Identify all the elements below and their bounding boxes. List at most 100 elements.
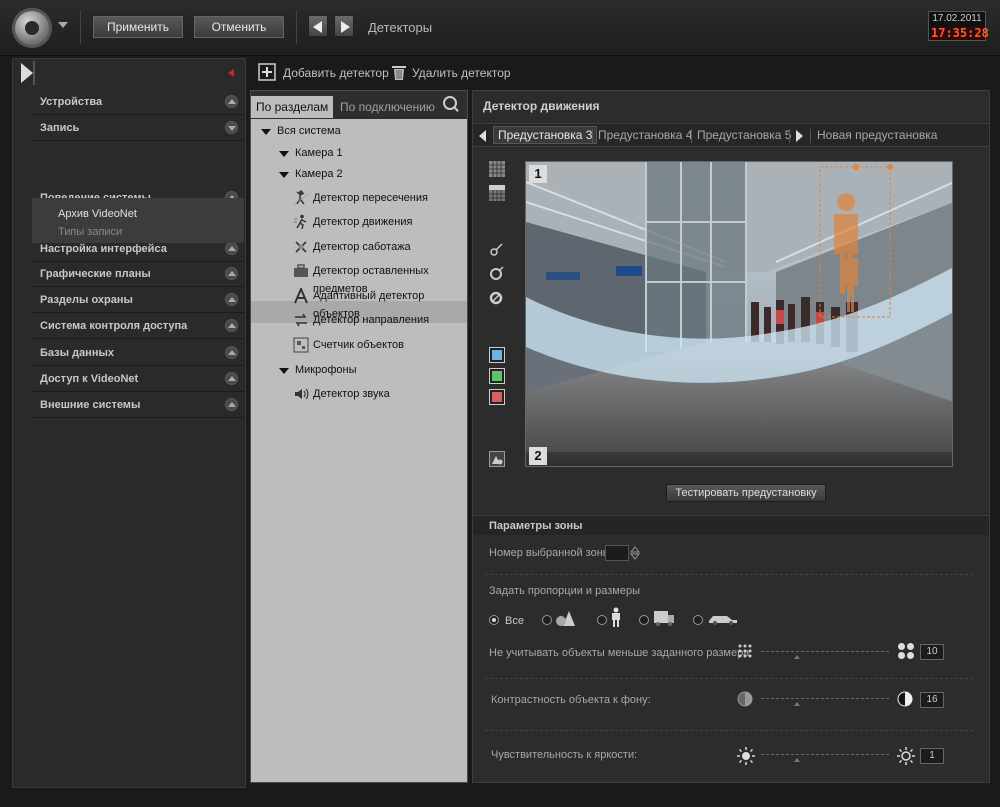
tab-preset-3[interactable]: Предустановка 3 (493, 126, 598, 144)
expand-icon[interactable] (261, 129, 271, 135)
sidebar-item[interactable]: Графические планы (32, 261, 244, 287)
tree-detector-item[interactable]: Адаптивный детектор объектов (313, 287, 467, 320)
sidebar-item[interactable]: Запись (32, 115, 244, 141)
sidebar-item-label: Базы данных (40, 347, 114, 359)
adaptive-detector-icon (294, 288, 308, 304)
chevron-up-icon[interactable] (225, 267, 238, 280)
radio-all[interactable] (489, 615, 499, 625)
pen-add-icon[interactable] (489, 265, 505, 281)
tree-camera-2[interactable]: Камера 2 (295, 165, 343, 183)
tree-detector-item[interactable]: Детектор движения (313, 213, 412, 231)
large-dots-icon (898, 643, 914, 659)
min-size-value[interactable]: 10 (920, 644, 944, 660)
pen-icon[interactable] (489, 241, 505, 257)
car-icon (709, 616, 737, 625)
grid-icon[interactable] (489, 161, 505, 177)
sidebar-item-record-types[interactable]: Типы записи (58, 226, 122, 238)
delete-detector-button[interactable]: Удалить детектор (412, 66, 511, 80)
sidebar-item[interactable]: Система контроля доступа (32, 313, 244, 339)
chevron-up-icon[interactable] (225, 372, 238, 385)
radio-small-objects[interactable] (542, 615, 552, 625)
preset-divider (810, 129, 811, 143)
brightness-value[interactable]: 1 (920, 748, 944, 764)
direction-detector-icon (295, 313, 307, 327)
sabotage-detector-icon (295, 241, 307, 253)
expand-icon[interactable] (279, 151, 289, 157)
contrast-value[interactable]: 16 (920, 692, 944, 708)
spinner-icon[interactable] (630, 545, 640, 561)
chevron-up-icon[interactable] (225, 398, 238, 411)
radio-truck[interactable] (639, 615, 649, 625)
tab-by-sections[interactable]: По разделам (251, 96, 334, 118)
chevron-up-icon[interactable] (225, 346, 238, 359)
slider-thumb[interactable] (794, 655, 800, 659)
slider-thumb[interactable] (794, 702, 800, 706)
sidebar-item[interactable]: Доступ к VideoNet (32, 366, 244, 392)
chevron-down-icon[interactable] (58, 22, 68, 28)
tree-detector-item[interactable]: Детектор направления (313, 311, 429, 329)
tab-preset-4[interactable]: Предустановка 4 (598, 128, 692, 142)
camera-preview[interactable]: 1 2 (525, 161, 953, 467)
apply-button[interactable]: Применить (92, 15, 184, 39)
tree-detector-item[interactable]: Детектор оставленных предметов (313, 262, 467, 295)
new-preset-button[interactable]: Новая предустановка (817, 128, 937, 142)
chevron-up-icon[interactable] (225, 242, 238, 255)
zone-number-input[interactable] (605, 545, 629, 561)
expand-icon[interactable] (279, 172, 289, 178)
slider-thumb[interactable] (794, 758, 800, 762)
chevron-down-icon[interactable] (225, 121, 238, 134)
radio-person[interactable] (597, 615, 607, 625)
play-arrow-icon[interactable] (21, 63, 33, 83)
forward-button[interactable] (334, 15, 354, 37)
sun-outline-icon (897, 747, 915, 765)
grid-partial-icon[interactable] (489, 185, 505, 201)
sidebar-item[interactable]: Устройства (32, 89, 244, 115)
detector-tree-panel: По разделам По подключению Вся система К… (250, 90, 468, 783)
sidebar-item-archive-videonet[interactable]: Архив VideoNet (58, 208, 137, 220)
chevron-up-icon[interactable] (225, 319, 238, 332)
add-detector-icon[interactable] (258, 63, 276, 81)
min-size-slider[interactable] (761, 645, 889, 659)
contrast-label: Контрастность объекта к фону: (491, 694, 651, 706)
tree-camera-1[interactable]: Камера 1 (295, 144, 343, 162)
zone-color-green-icon[interactable] (489, 368, 505, 384)
sidebar-item[interactable]: Базы данных (32, 340, 244, 366)
divider (485, 574, 973, 575)
tree-microphones[interactable]: Микрофоны (295, 361, 357, 379)
gear-logo-icon[interactable] (12, 8, 52, 48)
pen-remove-icon[interactable] (489, 289, 505, 305)
preset-next-icon[interactable] (796, 130, 803, 142)
sidebar-item[interactable]: Разделы охраны (32, 287, 244, 313)
chevron-up-icon[interactable] (225, 293, 238, 306)
tree-detector-item[interactable]: Счетчик объектов (313, 336, 404, 354)
tree-detector-item[interactable]: Детектор пересечения (313, 189, 428, 207)
tree-detector-item[interactable]: Детектор саботажа (313, 238, 411, 256)
tab-by-connection[interactable]: По подключению (335, 96, 440, 118)
test-preset-button[interactable]: Тестировать предустановку (666, 484, 826, 502)
top-toolbar: Применить Отменить Детекторы 17.02.2011 … (0, 0, 1000, 56)
brightness-slider[interactable] (761, 748, 889, 762)
sidebar-item-label: Внешние системы (40, 399, 141, 411)
shapes-icon[interactable] (489, 451, 505, 467)
collapse-left-icon[interactable] (228, 69, 234, 77)
back-button[interactable] (308, 15, 328, 37)
trash-icon[interactable] (390, 63, 408, 81)
cancel-button[interactable]: Отменить (193, 15, 285, 39)
tab-preset-5[interactable]: Предустановка 5 (697, 128, 791, 142)
divider (485, 730, 973, 731)
zone-color-blue-icon[interactable] (489, 347, 505, 363)
chevron-up-icon[interactable] (225, 95, 238, 108)
tree-sound-detector[interactable]: Детектор звука (313, 385, 390, 403)
preset-prev-icon[interactable] (479, 130, 486, 142)
sidebar-header (13, 59, 245, 87)
contrast-slider[interactable] (761, 692, 889, 706)
tree-root[interactable]: Вся система (277, 122, 341, 140)
sidebar-item[interactable]: Внешние системы (32, 392, 244, 418)
search-icon[interactable] (443, 96, 457, 110)
preset-divider (691, 129, 692, 143)
zone-color-red-icon[interactable] (489, 389, 505, 405)
add-detector-button[interactable]: Добавить детектор (283, 66, 389, 80)
radio-car[interactable] (693, 615, 703, 625)
expand-icon[interactable] (279, 368, 289, 374)
zone-1-label: 1 (529, 165, 547, 183)
